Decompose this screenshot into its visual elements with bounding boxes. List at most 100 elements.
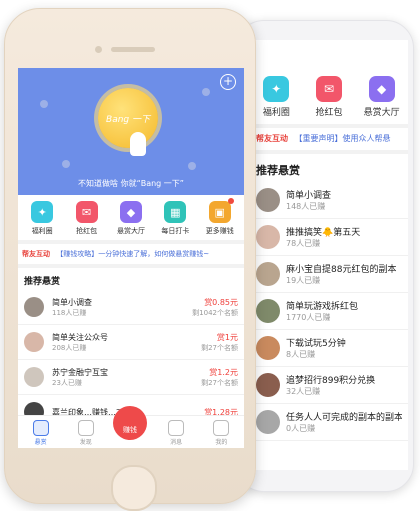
avatar xyxy=(256,225,280,249)
decor-dot xyxy=(188,162,196,170)
task-title: 麻小宝自提88元红包的副本 xyxy=(286,265,397,275)
task-remain: 剩1042个名额 xyxy=(192,308,238,317)
grid-label: 抢红包 xyxy=(76,227,98,235)
back-section-title: 推荐悬赏 xyxy=(256,164,300,177)
grid-item-welfare[interactable]: ✦ 福利圈 xyxy=(20,201,64,236)
tab-label: 我的 xyxy=(215,439,228,446)
speaker-grille xyxy=(111,47,155,52)
task-reward: 赏1.2元 xyxy=(209,367,238,377)
add-icon[interactable]: + xyxy=(220,74,236,90)
task-sub: 19人已赚 xyxy=(286,276,321,285)
list-item[interactable]: 下载试玩5分钟 8人已赚 xyxy=(250,330,408,367)
red-packet-icon: ✉ xyxy=(75,201,98,223)
grid-item-red-packet[interactable]: ✉ 抢红包 xyxy=(65,201,109,236)
back-phone-screen: ✦ 福利圈 ✉ 抢红包 ◆ 悬赏大厅 帮友互动 【重要声明】使用众人帮悬 推荐悬… xyxy=(250,40,408,470)
grid-item-bounty-hall[interactable]: ◆ 悬赏大厅 xyxy=(109,201,153,236)
grid-label: 每日打卡 xyxy=(161,227,190,235)
notice-ticker[interactable]: 帮友互动 【赚钱攻略】一分钟快速了解，如何做悬赏赚钱~ xyxy=(18,240,244,268)
tab-bounty[interactable]: 悬赏 xyxy=(21,420,61,446)
ticker-tag: 帮友互动 xyxy=(256,134,288,143)
list-item[interactable]: 麻小宝自提88元红包的副本 19人已赚 xyxy=(250,256,408,293)
avatar xyxy=(256,373,280,397)
message-icon xyxy=(168,420,185,436)
back-grid-label: 悬赏大厅 xyxy=(363,108,400,118)
decor-dot xyxy=(40,100,48,108)
more-icon: ▣ xyxy=(208,198,234,223)
task-title: 简单小调查 xyxy=(286,191,332,201)
list-item[interactable]: 简单关注公众号 208人已赚 赏1元 剩27个名额 xyxy=(18,325,244,360)
bag-icon: ◆ xyxy=(119,201,142,223)
grid-label: 更多赚钱 xyxy=(205,227,234,235)
compass-icon xyxy=(77,420,94,436)
list-item[interactable]: 推推搞笑🐥第五天 78人已赚 xyxy=(250,219,408,256)
feature-grid: ✦ 福利圈 ✉ 抢红包 ◆ 悬赏大厅 ▦ 每日打卡 ▣ 更多赚钱 xyxy=(18,195,244,240)
calendar-icon: ▦ xyxy=(164,201,187,223)
grid-label: 悬赏大厅 xyxy=(116,227,145,235)
task-title: 简单关注公众号 xyxy=(52,332,108,342)
ticker-message: 【重要声明】使用众人帮悬 xyxy=(294,134,391,143)
red-packet-icon: ✉ xyxy=(315,76,342,102)
list-item[interactable]: 简单小调查 148人已赚 xyxy=(250,182,408,219)
home-icon xyxy=(32,420,49,436)
gift-icon: ✦ xyxy=(263,76,290,102)
decor-dot xyxy=(202,88,210,96)
banner-caption: 不知道做啥 你就“Bang 一下” xyxy=(78,179,184,188)
task-title: 追梦招行899积分兑换 xyxy=(286,376,376,386)
back-task-list: 简单小调查 148人已赚 推推搞笑🐥第五天 78人已赚 麻小宝自提88元红包的副本 1… xyxy=(250,182,408,441)
task-sub: 8人已赚 xyxy=(286,350,316,359)
avatar xyxy=(24,332,44,352)
grid-item-more-earning[interactable]: ▣ 更多赚钱 xyxy=(198,198,242,236)
tab-profile[interactable]: 我的 xyxy=(201,420,241,446)
back-grid-item-welfare[interactable]: ✦ 福利圈 xyxy=(253,76,299,118)
pointing-hand-icon xyxy=(130,132,146,156)
list-item[interactable]: 简单玩游戏拆红包 1770人已赚 xyxy=(250,293,408,330)
task-sub: 32人已赚 xyxy=(286,387,321,396)
notification-dot xyxy=(227,198,234,204)
back-grid-label: 抢红包 xyxy=(315,108,343,118)
task-remain: 剩27个名额 xyxy=(201,378,238,387)
avatar xyxy=(256,262,280,286)
ticker-message: 【赚钱攻略】一分钟快速了解，如何做悬赏赚钱~ xyxy=(56,250,210,258)
avatar xyxy=(256,336,280,360)
back-status-bar xyxy=(250,40,408,58)
tab-discover[interactable]: 发现 xyxy=(66,420,106,446)
task-sub: 1770人已赚 xyxy=(286,313,331,322)
back-grid-item-bounty-hall[interactable]: ◆ 悬赏大厅 xyxy=(359,76,405,118)
task-title: 简单玩游戏拆红包 xyxy=(286,302,359,312)
tab-messages[interactable]: 消息 xyxy=(156,420,196,446)
bag-icon: ◆ xyxy=(368,76,395,102)
avatar xyxy=(256,410,280,434)
back-notice-ticker[interactable]: 帮友互动 【重要声明】使用众人帮悬 xyxy=(250,124,408,154)
avatar xyxy=(24,367,44,387)
bang-coin-button[interactable]: Bang 一下 xyxy=(98,88,158,148)
avatar xyxy=(256,299,280,323)
back-grid-label: 福利圈 xyxy=(262,108,290,118)
ticker-tag: 帮友互动 xyxy=(22,250,50,258)
task-sub: 118人已赚 xyxy=(52,308,87,317)
task-title: 下载试玩5分钟 xyxy=(286,339,346,349)
list-item[interactable]: 简单小调查 118人已赚 赏0.85元 剩1042个名额 xyxy=(18,290,244,325)
tab-label: 发现 xyxy=(79,439,92,446)
list-item[interactable]: 苏宁金融宁互宝 23人已赚 赏1.2元 剩27个名额 xyxy=(18,360,244,395)
tab-label: 悬赏 xyxy=(34,439,47,446)
front-phone-screen: + Bang 一下 不知道做啥 你就“Bang 一下” ✦ 福利圈 ✉ 抢红包 … xyxy=(18,68,244,448)
section-title: 推荐悬赏 xyxy=(24,277,61,287)
back-feature-grid: ✦ 福利圈 ✉ 抢红包 ◆ 悬赏大厅 xyxy=(250,58,408,124)
tab-label: 消息 xyxy=(170,439,183,446)
avatar xyxy=(256,188,280,212)
list-item[interactable]: 追梦招行899积分兑换 32人已赚 xyxy=(250,367,408,404)
home-button[interactable] xyxy=(111,465,157,511)
task-sub: 23人已赚 xyxy=(52,378,82,387)
task-sub: 208人已赚 xyxy=(52,343,87,352)
earn-money-button[interactable]: 赚钱 xyxy=(113,406,147,440)
grid-item-daily-checkin[interactable]: ▦ 每日打卡 xyxy=(153,201,197,236)
list-item[interactable]: 任务人人可完成的副本的副本 0人已赚 xyxy=(250,404,408,441)
grid-label: 福利圈 xyxy=(31,227,53,235)
back-grid-item-red-packet[interactable]: ✉ 抢红包 xyxy=(306,76,352,118)
task-title: 简单小调查 xyxy=(52,297,92,307)
earn-label: 赚钱 xyxy=(123,426,137,434)
hero-banner: + Bang 一下 不知道做啥 你就“Bang 一下” xyxy=(18,68,244,195)
task-reward: 赏1元 xyxy=(216,332,238,342)
task-title: 任务人人可完成的副本的副本 xyxy=(286,413,402,423)
decor-dot xyxy=(62,160,70,168)
